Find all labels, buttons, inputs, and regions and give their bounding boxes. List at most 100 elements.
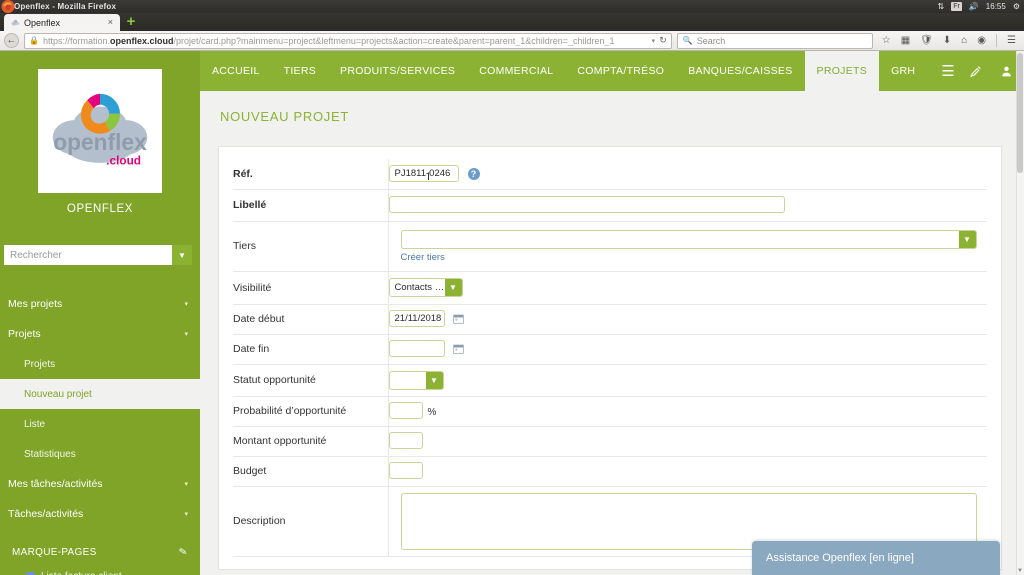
chevron-down-icon[interactable]: ▾ [184,480,188,488]
text-cursor-ibeam: I [427,171,431,183]
download-icon[interactable]: ⬇ [943,35,951,46]
form-row-montant-opportunite: Montant opportunité [233,426,987,457]
lock-icon: 🔒 [29,36,39,45]
pocket-icon[interactable]: ▦ [901,35,910,46]
chevron-down-icon[interactable]: ▾ [184,330,188,338]
date-debut-input[interactable]: 21/11/2018 [388,310,445,328]
chevron-down-icon[interactable]: ▾ [652,37,656,45]
nav-item-projets[interactable]: PROJETS [804,51,880,91]
url-text: https://formation.openflex.cloud/projet/… [42,35,615,46]
probabilite-opportunite-input[interactable] [388,402,423,420]
nav-item-compta-treso[interactable]: COMPTA/TRÉSO [565,51,676,91]
browser-tabstrip: Openflex × + [0,13,1024,31]
url-bar[interactable]: 🔒 https://formation.openflex.cloud/proje… [24,32,672,49]
project-form-card: Réf. PJ1811-0246? Libellé Tiers ▼ Créer … [218,146,1002,570]
bookmark-icon [26,571,35,575]
brand-name: OPENFLEX [66,203,134,215]
home-icon[interactable]: ⌂ [961,35,967,46]
nav-label: BANQUES/CAISSES [688,65,793,77]
app-shell: openflex .cloud OPENFLEX Rechercher ▼ Me… [0,51,1024,575]
sidebar-item-statistiques[interactable]: Statistiques [0,439,200,469]
os-system-tray: ⇅ Fr 🔊 16:55 ⚙ [938,0,1020,13]
field-value-tiers: ▼ Créer tiers [388,221,988,272]
user-icon[interactable] [1000,65,1013,78]
browser-tab[interactable]: Openflex × [4,14,120,31]
visibilite-select[interactable]: Contacts … ▼ [388,278,463,297]
gear-icon[interactable]: ⚙ [1013,2,1020,11]
back-button[interactable]: ← [4,33,19,48]
field-value-visibilite: Contacts … ▼ [388,271,987,305]
chevron-down-icon[interactable]: ▼ [958,230,976,248]
scroll-down-icon[interactable]: ▼ [1016,566,1024,575]
help-icon[interactable]: ? [467,167,480,180]
chevron-down-icon[interactable]: ▼ [444,279,462,296]
sidebar-item-mes-projets[interactable]: Mes projets ▾ [0,289,200,319]
sidebar-item-projets-sub[interactable]: Projets [0,349,200,379]
sidebar-item-projets[interactable]: Projets ▾ [0,319,200,349]
montant-opportunite-input[interactable] [388,432,423,450]
os-window-titlebar: Openflex - Mozilla Firefox ⇅ Fr 🔊 16:55 … [0,0,1024,14]
new-tab-button[interactable]: + [124,14,138,29]
creer-tiers-link[interactable]: Créer tiers [401,252,988,263]
reload-icon[interactable]: ↻ [659,35,667,46]
nav-item-grh[interactable]: GRH [879,51,927,91]
sidebar-item-mes-taches-activites[interactable]: Mes tâches/activités ▾ [0,469,200,499]
volume-icon[interactable]: 🔊 [969,2,979,11]
openflex-cloud-logo-icon: openflex .cloud [52,93,148,168]
date-fin-input[interactable] [388,340,445,358]
sidebar-search-input[interactable]: Rechercher [4,245,172,265]
libelle-input[interactable] [388,196,785,214]
keyboard-layout-indicator[interactable]: Fr [951,2,962,11]
sidebar-item-label: Projets [8,328,41,340]
scrollbar-thumb[interactable] [1017,53,1023,173]
clock-label[interactable]: 16:55 [986,2,1006,11]
statut-opportunite-select[interactable]: ▼ [388,370,444,390]
page-scrollbar[interactable]: ▲ ▼ [1016,51,1024,575]
assistance-chat-widget[interactable]: Assistance Openflex [en ligne] [752,541,1000,575]
ref-input[interactable]: PJ1811-0246 [388,165,459,183]
budget-input[interactable] [388,462,423,480]
nav-item-produits-services[interactable]: PRODUITS/SERVICES [328,51,467,91]
nav-item-tiers[interactable]: TIERS [272,51,328,91]
brand-logo[interactable]: openflex .cloud [38,69,162,193]
nav-item-accueil[interactable]: ACCUEIL [200,51,272,91]
field-label-date-debut: Date début [233,304,389,335]
hamburger-menu-icon[interactable]: ☰ [1007,35,1016,46]
sidebar-search[interactable]: Rechercher ▼ [4,245,192,265]
field-value-probabilite-opportunite: % [388,396,987,427]
star-icon[interactable]: ☆ [882,35,891,46]
sidebar-item-liste[interactable]: Liste [0,409,200,439]
theme-brush-icon[interactable] [969,65,982,78]
sidebar-item-nouveau-projet[interactable]: Nouveau projet [0,379,200,409]
chevron-down-icon[interactable]: ▾ [184,300,188,308]
svg-text:openflex: openflex [53,129,147,155]
calendar-icon[interactable] [453,343,464,354]
nav-item-commercial[interactable]: COMMERCIAL [467,51,565,91]
chevron-down-icon[interactable]: ▼ [172,245,192,265]
chevron-down-icon[interactable]: ▾ [184,510,188,518]
pencil-icon[interactable]: ✎ [178,546,188,558]
sidebar-bookmark-item[interactable]: Liste facture client [0,567,200,575]
field-label-tiers: Tiers [233,221,389,272]
sidebar-bookmark-label: Liste facture client [41,571,122,575]
sync-icon[interactable]: ◉ [977,35,986,46]
calendar-icon[interactable] [453,313,464,324]
assistance-chat-label: Assistance Openflex [en ligne] [766,552,914,564]
hamburger-menu-icon[interactable]: ☰ [927,51,968,91]
close-icon[interactable]: × [105,18,116,27]
sidebar-item-label: Mes projets [8,298,63,310]
browser-search-placeholder: Search [696,35,726,46]
sidebar-item-taches-activites[interactable]: Tâches/activités ▾ [0,499,200,529]
field-label-libelle: Libellé [233,189,389,222]
project-form-table: Réf. PJ1811-0246? Libellé Tiers ▼ Créer … [233,159,987,557]
field-label-montant-opportunite: Montant opportunité [233,426,389,457]
chevron-down-icon[interactable]: ▼ [425,371,443,389]
network-icon[interactable]: ⇅ [938,2,945,11]
nav-label: COMMERCIAL [479,65,554,77]
form-row-probabilite-opportunite: Probabilité d’opportunité % [233,396,987,427]
nav-item-banques-caisses[interactable]: BANQUES/CAISSES [676,51,804,91]
shield-icon[interactable]: 🛡 [920,35,933,46]
form-row-date-debut: Date début 21/11/2018 [233,304,987,335]
browser-search-box[interactable]: 🔍 Search [676,32,873,49]
tiers-select[interactable]: ▼ [400,229,977,249]
